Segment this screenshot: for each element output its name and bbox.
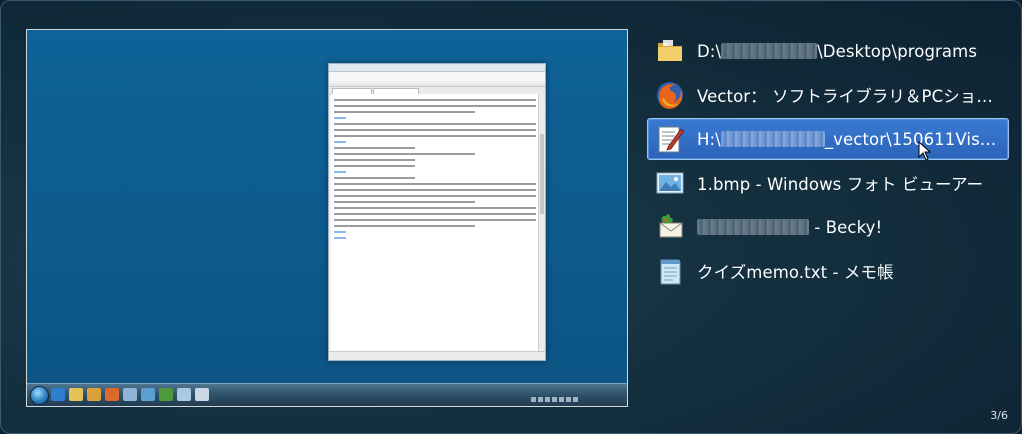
preview-toolbar [329, 78, 545, 92]
mail-client-icon [654, 211, 686, 243]
window-item-becky[interactable]: - Becky! [647, 206, 1009, 248]
preview-mail-icon [159, 388, 173, 401]
preview-firefox-icon [105, 388, 119, 401]
preview-ie-icon [51, 388, 65, 401]
preview-scrollbar [538, 94, 545, 352]
preview-document-text [331, 94, 539, 352]
preview-status-bar [329, 351, 545, 360]
window-preview [26, 29, 628, 407]
window-title: D:\ \Desktop\programs [697, 41, 978, 61]
preview-taskbar [27, 383, 627, 406]
text-editor-icon [654, 123, 686, 155]
preview-system-tray [531, 387, 621, 403]
window-title: - Becky! [697, 218, 882, 237]
preview-folder-icon [69, 388, 83, 401]
preview-start-orb [30, 386, 49, 405]
window-item-photo-viewer[interactable]: 1.bmp - Windows フォト ビューアー [647, 162, 1009, 204]
photo-viewer-icon [654, 167, 686, 199]
preview-media-icon [87, 388, 101, 401]
preview-editor-icon [123, 388, 137, 401]
folder-icon [654, 35, 686, 67]
firefox-icon [654, 79, 686, 111]
window-list: D:\ \Desktop\programs Vector： ソフトライブラリ＆PC… [647, 30, 1009, 294]
redacted-text [721, 42, 818, 59]
window-title: 1.bmp - Windows フォト ビューアー [697, 175, 984, 194]
notepad-icon [654, 255, 686, 287]
task-switcher: D:\ \Desktop\programs Vector： ソフトライブラリ＆PC… [0, 0, 1022, 434]
redacted-text [697, 218, 809, 235]
window-counter: 3/6 [990, 409, 1008, 422]
preview-editor-window [328, 63, 546, 361]
window-title: Vector： ソフトライブラリ＆PCショ… [697, 87, 993, 106]
window-item-notepad[interactable]: クイズmemo.txt - メモ帳 [647, 250, 1009, 292]
window-item-programs-folder[interactable]: D:\ \Desktop\programs [647, 30, 1009, 72]
mouse-pointer-icon [918, 140, 932, 161]
window-title: H:\ _vector\150611Vista… [697, 129, 997, 149]
preview-notepad-icon [177, 388, 191, 401]
preview-photo-icon [141, 388, 155, 401]
preview-app-icon [195, 388, 209, 401]
window-item-editor-selected[interactable]: H:\ _vector\150611Vista… [647, 118, 1009, 160]
preview-title-bar [329, 64, 545, 72]
window-item-firefox[interactable]: Vector： ソフトライブラリ＆PCショ… [647, 74, 1009, 116]
redacted-text [720, 130, 825, 147]
window-title: クイズmemo.txt - メモ帳 [697, 263, 894, 282]
